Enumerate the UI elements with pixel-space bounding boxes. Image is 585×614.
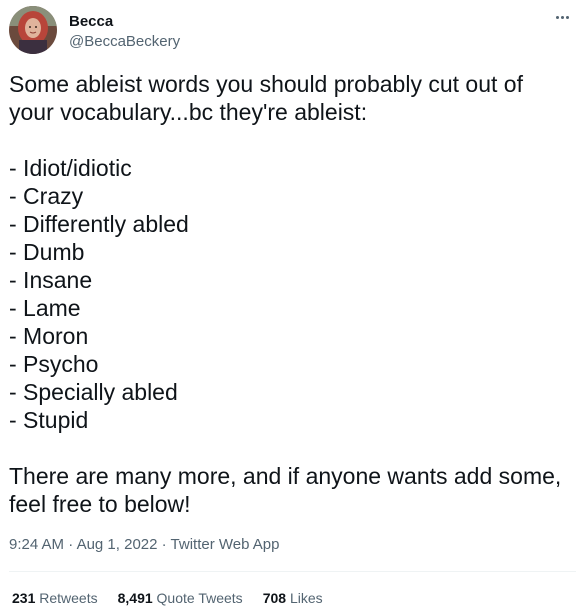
tweet: Becca @BeccaBeckery Some ableist words y… xyxy=(0,0,585,614)
handle[interactable]: @BeccaBeckery xyxy=(69,32,180,52)
tweet-text: Some ableist words you should probably c… xyxy=(9,70,569,518)
divider xyxy=(9,571,576,572)
tweet-outro: There are many more, and if anyone wants… xyxy=(9,463,562,517)
list-item: - Psycho xyxy=(9,351,99,377)
author-names: Becca @BeccaBeckery xyxy=(69,12,180,52)
likes-label: Likes xyxy=(289,590,323,606)
meta-separator: · xyxy=(157,536,171,553)
quotes-count: 8,491 xyxy=(117,590,153,606)
quote-tweets-stat[interactable]: 8,491 Quote Tweets xyxy=(118,588,243,608)
display-name[interactable]: Becca xyxy=(69,12,180,32)
avatar[interactable] xyxy=(9,6,57,54)
tweet-stats: 231 Retweets 8,491 Quote Tweets 708 Like… xyxy=(12,588,343,608)
likes-count: 708 xyxy=(262,590,287,606)
tweet-time[interactable]: 9:24 AM xyxy=(9,536,64,553)
tweet-meta: 9:24 AM · Aug 1, 2022 · Twitter Web App xyxy=(9,535,279,555)
tweet-header: Becca @BeccaBeckery xyxy=(9,6,180,56)
list-item: - Differently abled xyxy=(9,211,189,237)
meta-separator: · xyxy=(64,536,77,553)
retweets-stat[interactable]: 231 Retweets xyxy=(12,588,98,608)
tweet-source[interactable]: Twitter Web App xyxy=(171,536,280,553)
list-item: - Insane xyxy=(9,267,93,293)
retweets-count: 231 xyxy=(12,590,36,606)
likes-stat[interactable]: 708 Likes xyxy=(263,588,323,608)
tweet-date[interactable]: Aug 1, 2022 xyxy=(77,536,158,553)
profile-photo-icon xyxy=(9,6,57,54)
list-item: - Idiot/idiotic xyxy=(9,155,132,181)
retweets-label: Retweets xyxy=(39,590,98,606)
list-item: - Moron xyxy=(9,323,89,349)
quotes-label: Quote Tweets xyxy=(156,590,243,606)
list-item: - Lame xyxy=(9,295,81,321)
list-item: - Crazy xyxy=(9,183,84,209)
list-item: - Specially abled xyxy=(9,379,178,405)
list-item: - Dumb xyxy=(9,239,85,265)
tweet-intro: Some ableist words you should probably c… xyxy=(9,71,523,125)
list-item: - Stupid xyxy=(9,407,89,433)
more-options-icon[interactable] xyxy=(551,8,573,26)
